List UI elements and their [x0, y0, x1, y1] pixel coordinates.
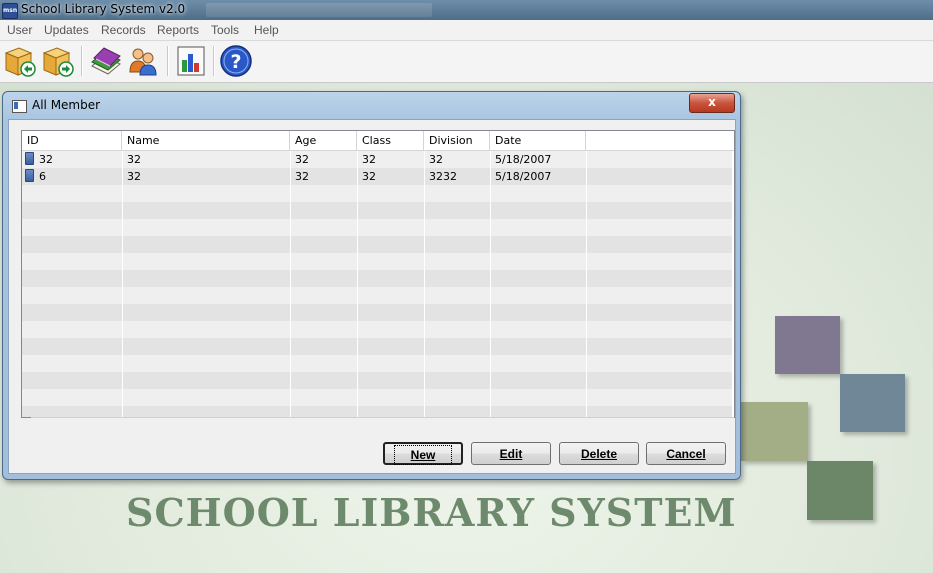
cell-text: 32	[127, 153, 141, 166]
grid-line	[490, 151, 491, 417]
empty-row	[22, 389, 732, 406]
cell-text: 32	[429, 153, 443, 166]
new-button[interactable]: New	[383, 442, 463, 465]
app-title-bar: msn School Library System v2.0	[0, 0, 933, 20]
toolbar-separator	[167, 46, 169, 76]
cell-text: 32	[127, 170, 141, 183]
dialog-client-area: ID Name Age Class Division Date 32 32 32 32…	[8, 119, 736, 474]
members-icon[interactable]	[126, 44, 160, 78]
decor-square-purple	[775, 316, 840, 374]
menu-reports[interactable]: Reports	[157, 23, 199, 37]
cell-text: 5/18/2007	[495, 170, 552, 183]
background-window-tab	[206, 3, 432, 17]
window-icon	[12, 100, 27, 113]
members-list[interactable]: ID Name Age Class Division Date 32 32 32 32…	[21, 130, 735, 418]
empty-row	[22, 338, 732, 355]
grid-line	[586, 151, 587, 417]
table-row[interactable]: 32 32 32 32 32 5/18/2007	[22, 151, 732, 168]
empty-row	[22, 185, 732, 202]
table-cell: 6	[22, 168, 122, 185]
column-header-age[interactable]: Age	[290, 131, 357, 150]
empty-row	[22, 372, 732, 389]
books-icon[interactable]	[88, 44, 122, 78]
list-bottom-rule	[31, 417, 734, 418]
menu-tools[interactable]: Tools	[211, 23, 239, 37]
decor-square-olive	[741, 402, 808, 461]
table-cell: 3232	[424, 168, 490, 185]
table-row[interactable]: 6 32 32 32 3232 5/18/2007	[22, 168, 732, 185]
cell-text: 6	[39, 170, 46, 183]
empty-row	[22, 355, 732, 372]
cell-text: 32	[362, 170, 376, 183]
column-header-name[interactable]: Name	[122, 131, 290, 150]
close-button[interactable]: x	[689, 93, 735, 113]
menu-bar: User Updates Records Reports Tools Help	[0, 20, 933, 41]
cell-text: 32	[295, 170, 309, 183]
menu-updates[interactable]: Updates	[44, 23, 89, 37]
empty-row	[22, 219, 732, 236]
cell-text: 32	[39, 153, 53, 166]
report-chart-icon[interactable]	[174, 44, 208, 78]
decor-square-blue	[840, 374, 905, 432]
list-header: ID Name Age Class Division Date	[22, 131, 734, 151]
empty-row	[22, 253, 732, 270]
app-icon: msn	[2, 3, 18, 19]
table-cell: 5/18/2007	[490, 151, 586, 168]
cell-text: 5/18/2007	[495, 153, 552, 166]
empty-row	[22, 321, 732, 338]
grid-line	[357, 151, 358, 417]
cell-text: 32	[295, 153, 309, 166]
empty-row	[22, 287, 732, 304]
column-header-division[interactable]: Division	[424, 131, 490, 150]
table-cell: 32	[290, 151, 357, 168]
dialog-title: All Member	[32, 98, 101, 112]
member-row-icon	[25, 169, 34, 182]
menu-records[interactable]: Records	[101, 23, 146, 37]
table-cell: 32	[122, 151, 290, 168]
decor-square-green	[807, 461, 873, 520]
table-cell: 5/18/2007	[490, 168, 586, 185]
empty-row	[22, 304, 732, 321]
table-cell: 32	[357, 168, 424, 185]
toolbar-separator	[213, 46, 215, 76]
toolbar: ?	[0, 41, 933, 83]
table-cell: 32	[424, 151, 490, 168]
empty-row	[22, 270, 732, 287]
toolbar-separator	[81, 46, 83, 76]
grid-line	[122, 151, 123, 417]
empty-row	[22, 236, 732, 253]
app-title: School Library System v2.0	[21, 2, 186, 16]
member-row-icon	[25, 152, 34, 165]
table-cell: 32	[357, 151, 424, 168]
menu-user[interactable]: User	[7, 23, 32, 37]
table-cell: 32	[290, 168, 357, 185]
edit-button[interactable]: Edit	[471, 442, 551, 465]
column-header-class[interactable]: Class	[357, 131, 424, 150]
cell-text: 3232	[429, 170, 457, 183]
menu-help[interactable]: Help	[254, 23, 279, 37]
grid-line	[424, 151, 425, 417]
empty-row	[22, 202, 732, 219]
table-cell: 32	[122, 168, 290, 185]
app-banner: SCHOOL LIBRARY SYSTEM	[126, 490, 737, 535]
grid-line	[290, 151, 291, 417]
svg-text:?: ?	[230, 51, 241, 73]
issue-book-icon[interactable]	[3, 44, 37, 78]
cell-text: 32	[362, 153, 376, 166]
all-member-dialog: All Member x ID Name Age Class Division …	[2, 91, 741, 480]
column-header-id[interactable]: ID	[22, 131, 122, 150]
cancel-button[interactable]: Cancel	[646, 442, 726, 465]
table-cell: 32	[22, 151, 122, 168]
help-icon[interactable]: ?	[219, 44, 253, 78]
column-header-date[interactable]: Date	[490, 131, 586, 150]
delete-button[interactable]: Delete	[559, 442, 639, 465]
return-book-icon[interactable]	[41, 44, 75, 78]
